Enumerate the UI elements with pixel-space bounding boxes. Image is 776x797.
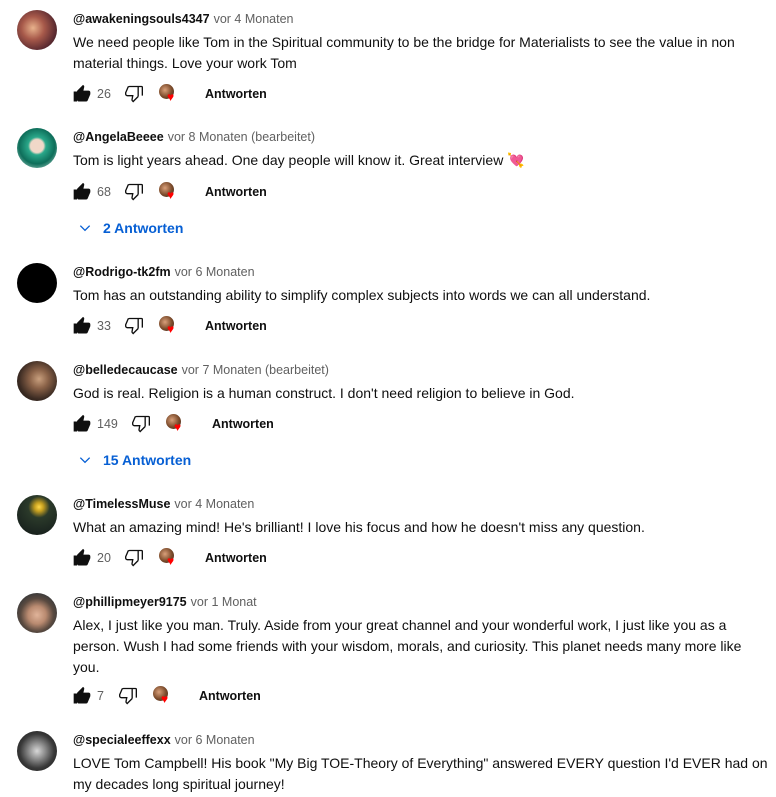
comment-actions: 68 ♥ Antworten [71,181,267,203]
comment-text: Alex, I just like you man. Truly. Aside … [73,617,742,675]
comment-body: @specialeeffexx vor 6 Monaten LOVE Tom Ca… [73,731,770,795]
comment-time[interactable]: vor 4 Monaten [174,497,254,511]
comment-actions: 26 ♥ Antworten [71,83,267,105]
dislike-icon [125,549,143,567]
comment-header: @TimelessMuse vor 4 Monaten [73,495,770,513]
avatar[interactable] [17,10,57,50]
like-button[interactable] [71,685,93,707]
avatar[interactable] [17,361,57,401]
comment-author[interactable]: @Rodrigo-tk2fm [73,265,171,279]
reply-button[interactable]: Antworten [205,185,267,199]
comment-author[interactable]: @TimelessMuse [73,497,170,511]
comment-time[interactable]: vor 6 Monaten [175,265,255,279]
avatar[interactable] [17,731,57,771]
reply-button[interactable]: Antworten [205,319,267,333]
comment-body: @phillipmeyer9175 vor 1 Monat Alex, I jus… [73,593,770,678]
like-button[interactable] [71,413,93,435]
comment-author[interactable]: @AngelaBeeee [73,130,164,144]
like-count: 149 [97,417,118,431]
dislike-icon [132,415,150,433]
chevron-down-icon [79,457,91,464]
reply-button[interactable]: Antworten [205,87,267,101]
dislike-icon [125,183,143,201]
creator-heart-icon: ♥ [166,414,186,434]
avatar[interactable] [17,128,57,168]
comment-body: @belledecaucase vor 7 Monaten (bearbeitet… [73,361,770,404]
dislike-icon [125,85,143,103]
like-button[interactable] [71,181,93,203]
comment-text: What an amazing mind! He's brilliant! I … [73,519,645,535]
comment-header: @specialeeffexx vor 6 Monaten [73,731,770,749]
like-button[interactable] [71,547,93,569]
comment-actions: 20 ♥ Antworten [71,547,267,569]
creator-heart-icon: ♥ [159,316,179,336]
like-icon [73,182,91,200]
like-icon [73,84,91,102]
reply-button[interactable]: Antworten [205,551,267,565]
reply-button[interactable]: Antworten [212,417,274,431]
like-icon [73,548,91,566]
comment-author[interactable]: @awakeningsouls4347 [73,12,210,26]
like-count: 26 [97,87,111,101]
like-count: 20 [97,551,111,565]
avatar[interactable] [17,593,57,633]
view-replies-button[interactable]: 2 Antworten [78,218,183,238]
comment-text: Tom has an outstanding ability to simpli… [73,287,651,303]
creator-heart-icon: ♥ [153,686,173,706]
comment-body: @awakeningsouls4347 vor 4 Monaten We need… [73,10,770,74]
reply-button[interactable]: Antworten [199,689,261,703]
comment-body: @TimelessMuse vor 4 Monaten What an amazi… [73,495,770,538]
comment-author[interactable]: @specialeeffexx [73,733,171,747]
avatar[interactable] [17,263,57,303]
replies-count: 2 Antworten [103,220,184,236]
dislike-button[interactable] [123,547,145,569]
comment-time[interactable]: vor 4 Monaten [214,12,294,26]
dislike-button[interactable] [130,413,152,435]
like-count: 7 [97,689,104,703]
comment-actions: 149 ♥ Antworten [71,413,274,435]
view-replies-button[interactable]: 15 Antworten [78,450,191,470]
comment-header: @belledecaucase vor 7 Monaten (bearbeitet… [73,361,770,379]
comment-actions: 7 ♥ Antworten [71,685,261,707]
dislike-button[interactable] [117,685,139,707]
like-count: 68 [97,185,111,199]
comment-author[interactable]: @phillipmeyer9175 [73,595,187,609]
comment-header: @phillipmeyer9175 vor 1 Monat [73,593,770,611]
avatar[interactable] [17,495,57,535]
comment-header: @Rodrigo-tk2fm vor 6 Monaten [73,263,770,281]
comment-text: LOVE Tom Campbell! His book "My Big TOE-… [73,755,768,792]
comment-time[interactable]: vor 1 Monat [191,595,257,609]
dislike-button[interactable] [123,83,145,105]
creator-heart-icon: ♥ [159,182,179,202]
like-button[interactable] [71,315,93,337]
replies-count: 15 Antworten [103,452,192,468]
comment-body: @Rodrigo-tk2fm vor 6 Monaten Tom has an o… [73,263,770,306]
like-icon [73,414,91,432]
comment-actions: 33 ♥ Antworten [71,315,267,337]
comment-text: Tom is light years ahead. One day people… [73,152,525,168]
dislike-icon [125,317,143,335]
dislike-icon [119,687,137,705]
like-icon [73,316,91,334]
like-count: 33 [97,319,111,333]
comment-text: God is real. Religion is a human constru… [73,385,575,401]
comment-time[interactable]: vor 7 Monaten (bearbeitet) [182,363,329,377]
comment-header: @AngelaBeeee vor 8 Monaten (bearbeitet) [73,128,770,146]
comment-time[interactable]: vor 8 Monaten (bearbeitet) [168,130,315,144]
comment-body: @AngelaBeeee vor 8 Monaten (bearbeitet) T… [73,128,770,171]
like-icon [73,686,91,704]
comment-text: We need people like Tom in the Spiritual… [73,34,735,71]
comment-header: @awakeningsouls4347 vor 4 Monaten [73,10,770,28]
comment-time[interactable]: vor 6 Monaten [175,733,255,747]
like-button[interactable] [71,83,93,105]
comment-author[interactable]: @belledecaucase [73,363,178,377]
creator-heart-icon: ♥ [159,84,179,104]
dislike-button[interactable] [123,315,145,337]
chevron-down-icon [79,225,91,232]
dislike-button[interactable] [123,181,145,203]
creator-heart-icon: ♥ [159,548,179,568]
